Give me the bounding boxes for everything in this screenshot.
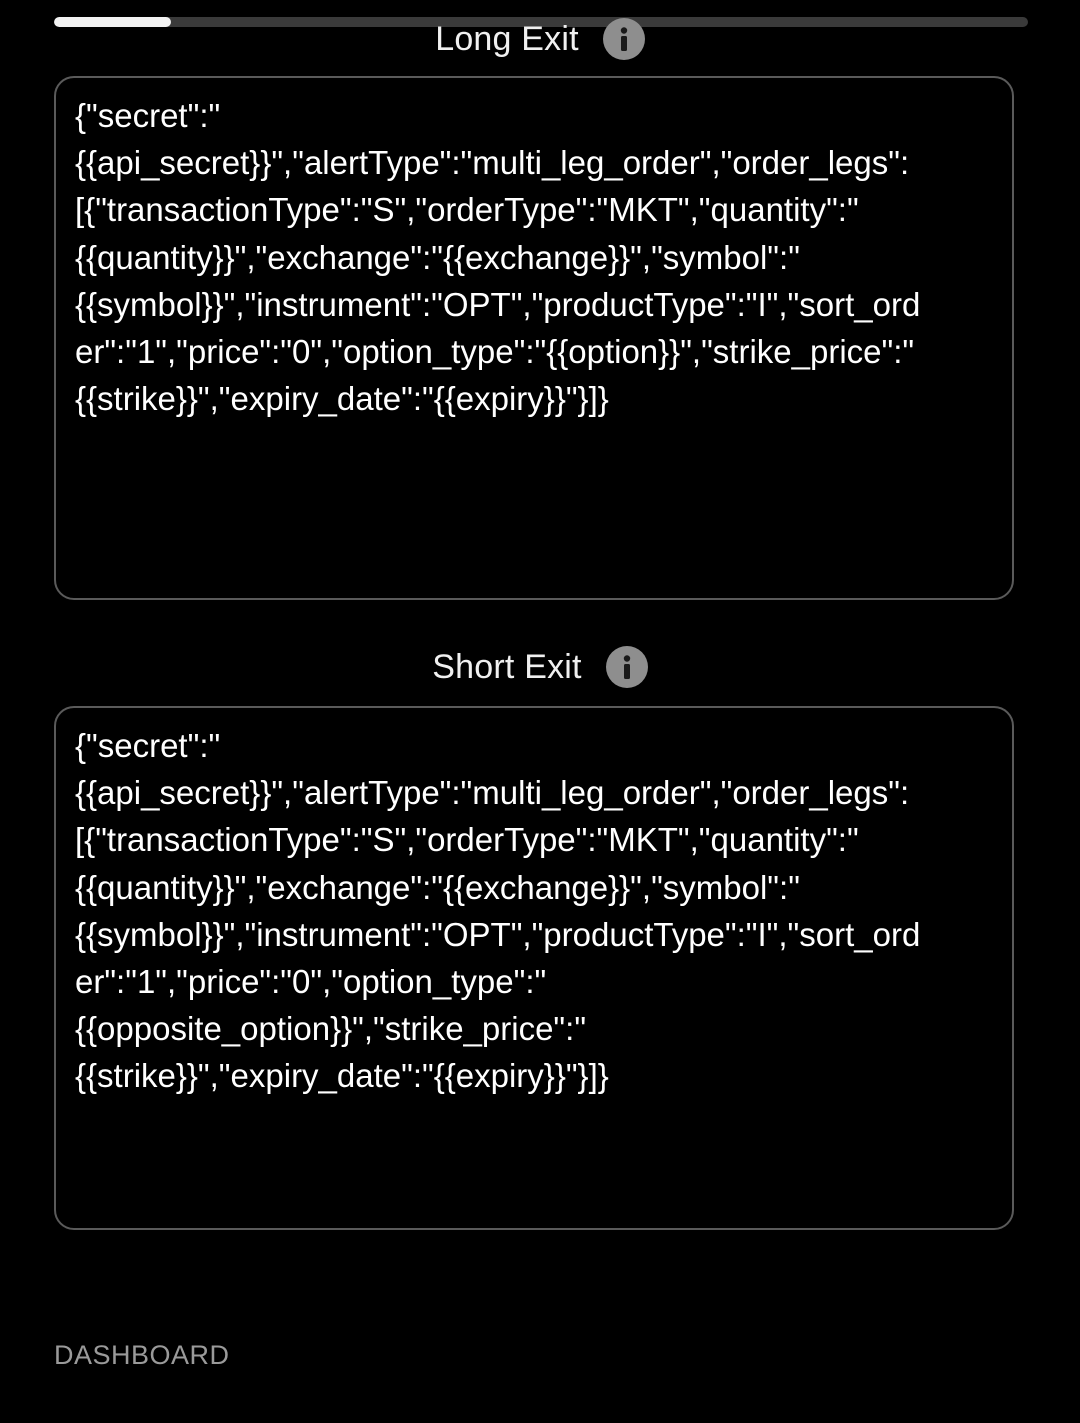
short-exit-label: Short Exit xyxy=(432,647,582,686)
info-icon[interactable] xyxy=(605,646,648,688)
short-exit-payload-field[interactable]: {"secret":" {{api_secret}}","alertType":… xyxy=(54,706,1014,1230)
dashboard-link[interactable]: DASHBOARD xyxy=(54,1340,230,1371)
long-exit-payload-text: {"secret":" {{api_secret}}","alertType":… xyxy=(75,97,921,418)
info-icon[interactable] xyxy=(602,18,645,60)
short-exit-header: Short Exit xyxy=(0,643,1080,691)
long-exit-header: Long Exit xyxy=(0,14,1080,64)
short-exit-payload-text: {"secret":" {{api_secret}}","alertType":… xyxy=(75,727,921,1095)
long-exit-label: Long Exit xyxy=(435,19,579,58)
long-exit-payload-field[interactable]: {"secret":" {{api_secret}}","alertType":… xyxy=(54,76,1014,600)
